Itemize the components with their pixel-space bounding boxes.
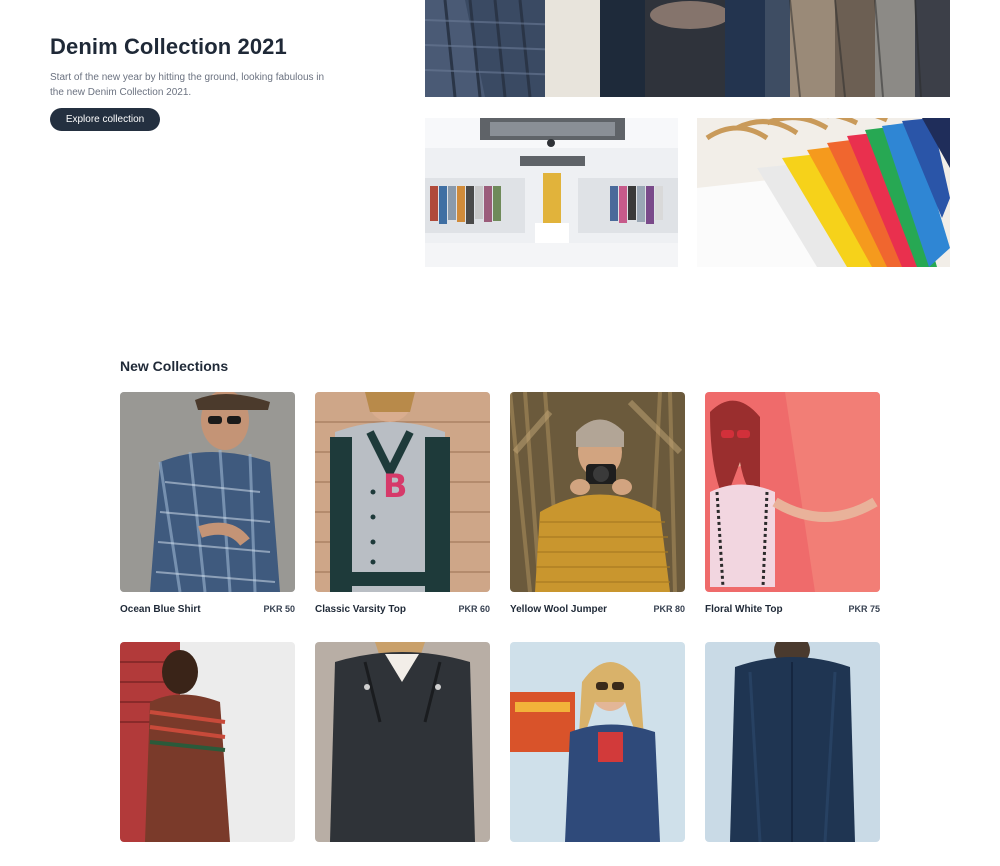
product-price: PKR 60 [458, 604, 490, 614]
product-name[interactable]: Classic Varsity Top [315, 604, 406, 615]
product-name[interactable]: Floral White Top [705, 604, 783, 615]
product-card[interactable] [315, 642, 490, 866]
explore-collection-button[interactable]: Explore collection [50, 108, 160, 131]
product-name[interactable]: Ocean Blue Shirt [120, 604, 201, 615]
product-card[interactable] [120, 642, 295, 866]
product-photo[interactable] [705, 392, 880, 592]
product-photo[interactable] [510, 392, 685, 592]
product-photo[interactable]: B [315, 392, 490, 592]
hero-subtitle: Start of the new year by hitting the gro… [50, 72, 325, 98]
product-card[interactable]: Ocean Blue Shirt PKR 50 [120, 392, 295, 616]
product-photo[interactable] [510, 642, 685, 842]
product-photo[interactable] [120, 392, 295, 592]
section-title-new-collections: New Collections [120, 358, 229, 374]
product-card[interactable]: Yellow Wool Jumper PKR 80 [510, 392, 685, 616]
hero-image-jackets [425, 0, 950, 97]
product-price: PKR 80 [653, 604, 685, 614]
svg-text:B: B [383, 467, 407, 505]
hero-title: Denim Collection 2021 [50, 34, 287, 59]
product-photo[interactable] [315, 642, 490, 842]
product-card[interactable] [510, 642, 685, 866]
product-photo[interactable] [120, 642, 295, 842]
product-card[interactable] [705, 642, 880, 866]
product-card[interactable]: Floral White Top PKR 75 [705, 392, 880, 616]
product-card[interactable]: B Classic Varsity Top PKR 60 [315, 392, 490, 616]
product-photo[interactable] [705, 642, 880, 842]
hero-image-colorful-tees [697, 118, 950, 267]
product-name[interactable]: Yellow Wool Jumper [510, 604, 607, 615]
hero-image-store-interior [425, 118, 678, 267]
product-price: PKR 75 [848, 604, 880, 614]
product-price: PKR 50 [263, 604, 295, 614]
